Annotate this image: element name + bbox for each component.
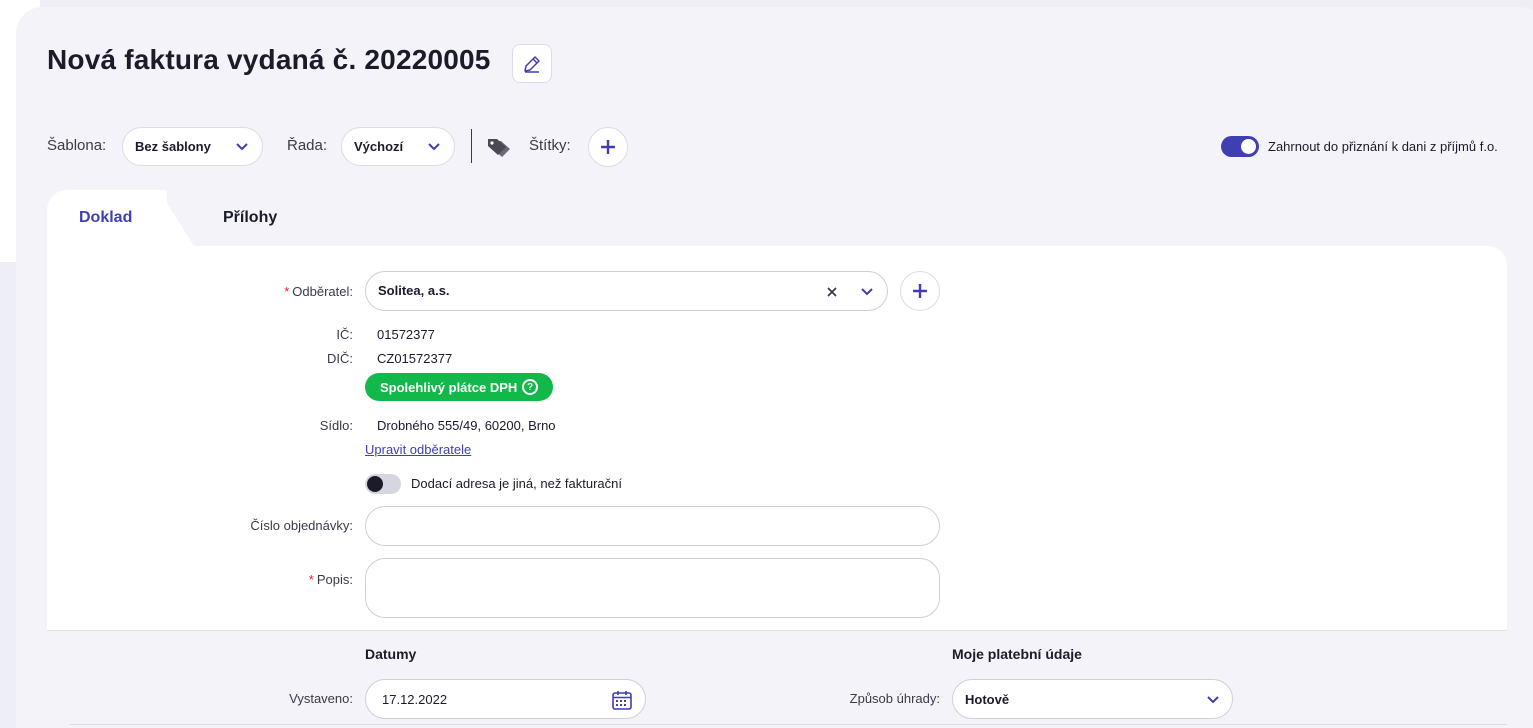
description-textarea[interactable] bbox=[365, 558, 940, 618]
delivery-address-toggle[interactable] bbox=[365, 474, 401, 494]
details-section bbox=[47, 630, 1507, 728]
plus-icon bbox=[913, 284, 927, 298]
chevron-down-icon[interactable] bbox=[859, 285, 875, 299]
edit-customer-link[interactable]: Upravit odběratele bbox=[365, 442, 471, 457]
payment-section-title: Moje platební údaje bbox=[952, 646, 1082, 662]
tags-icon bbox=[488, 139, 510, 157]
add-customer-button[interactable] bbox=[900, 271, 940, 311]
template-select[interactable]: Bez šablony bbox=[122, 127, 263, 166]
section-divider bbox=[70, 724, 1507, 725]
issued-date-input[interactable]: 17.12.2022 bbox=[365, 679, 646, 719]
dic-label: DIČ: bbox=[327, 351, 353, 366]
page-title: Nová faktura vydaná č. 20220005 bbox=[47, 44, 491, 75]
delivery-address-toggle-label: Dodací adresa je jiná, než fakturační bbox=[411, 476, 623, 491]
tab-prilohy[interactable]: Přílohy bbox=[223, 209, 277, 227]
toolbar-divider bbox=[471, 129, 472, 163]
payment-method-label: Způsob úhrady: bbox=[849, 691, 940, 706]
description-label: * Popis: bbox=[53, 572, 353, 587]
vat-reliable-badge: Spolehlivý plátce DPH ? bbox=[365, 373, 553, 401]
chevron-down-icon bbox=[1207, 696, 1219, 704]
dates-section-title: Datumy bbox=[365, 646, 417, 662]
tax-return-toggle-label: Zahrnout do přiznání k dani z příjmů f.o… bbox=[1268, 139, 1498, 154]
vat-reliable-badge-text: Spolehlivý plátce DPH bbox=[380, 379, 518, 395]
customer-value: Solitea, a.s. bbox=[378, 283, 450, 298]
description-label-text: Popis: bbox=[316, 572, 353, 587]
customer-select[interactable]: Solitea, a.s. bbox=[365, 271, 888, 311]
customer-label: * Odběratel: bbox=[53, 284, 353, 299]
chevron-down-icon bbox=[236, 143, 248, 151]
edit-title-button[interactable] bbox=[512, 44, 552, 83]
customer-label-text: Odběratel: bbox=[292, 284, 353, 299]
seat-value: Drobného 555/49, 60200, Brno bbox=[377, 418, 556, 433]
order-number-input[interactable] bbox=[365, 506, 940, 546]
payment-method-value: Hotově bbox=[965, 692, 1010, 707]
payment-method-select[interactable]: Hotově bbox=[952, 679, 1233, 719]
add-tag-button[interactable] bbox=[588, 127, 628, 167]
tab-doklad[interactable]: Doklad bbox=[79, 209, 132, 227]
pencil-icon bbox=[524, 55, 540, 73]
plus-icon bbox=[601, 140, 615, 154]
dic-value: CZ01572377 bbox=[377, 351, 453, 366]
tax-return-toggle[interactable] bbox=[1221, 136, 1259, 157]
order-number-label: Číslo objednávky: bbox=[250, 518, 353, 533]
required-marker: * bbox=[308, 572, 314, 587]
seat-label: Sídlo: bbox=[319, 418, 353, 433]
series-select[interactable]: Výchozí bbox=[341, 127, 455, 166]
ic-value: 01572377 bbox=[377, 327, 435, 342]
issued-date-value: 17.12.2022 bbox=[382, 692, 448, 707]
ic-label: IČ: bbox=[336, 327, 353, 342]
issued-label: Vystaveno: bbox=[289, 691, 353, 706]
calendar-icon[interactable] bbox=[611, 689, 633, 711]
chevron-down-icon bbox=[428, 143, 440, 151]
tags-label: Štítky: bbox=[529, 137, 571, 154]
resize-handle[interactable] bbox=[929, 607, 939, 617]
template-value: Bez šablony bbox=[135, 139, 211, 154]
clear-icon[interactable] bbox=[825, 285, 839, 299]
required-marker: * bbox=[284, 284, 290, 299]
series-label: Řada: bbox=[287, 137, 328, 154]
series-value: Výchozí bbox=[354, 139, 404, 154]
template-label: Šablona: bbox=[47, 137, 107, 154]
help-icon[interactable]: ? bbox=[522, 379, 538, 395]
